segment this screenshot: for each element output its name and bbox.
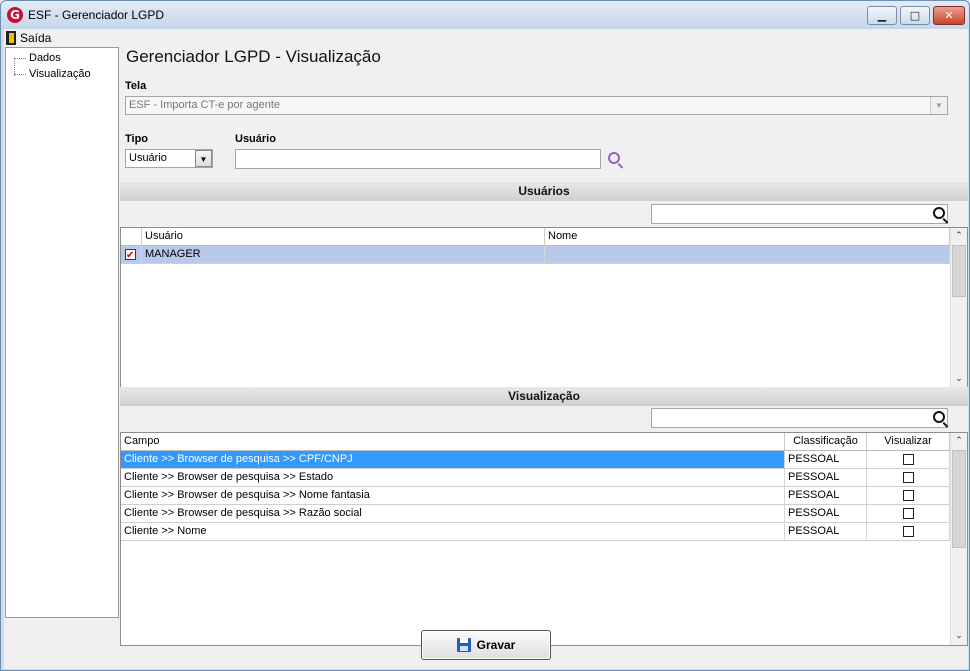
usuario-input[interactable] xyxy=(235,149,601,169)
column-header-campo[interactable]: Campo xyxy=(121,433,785,451)
nav-tree: Dados Visualização xyxy=(5,47,119,618)
app-logo-icon: G xyxy=(7,7,23,23)
table-row[interactable]: Cliente >> Browser de pesquisa >> CPF/CN… xyxy=(121,451,785,469)
save-button-label: Gravar xyxy=(476,638,516,652)
nav-item-visualizacao[interactable]: Visualização xyxy=(14,67,91,81)
save-button[interactable]: Gravar xyxy=(421,630,551,660)
vertical-scrollbar[interactable]: ⌃ ⌄ xyxy=(950,433,967,645)
tipo-value: Usuário xyxy=(129,152,167,164)
usuarios-search-input[interactable] xyxy=(651,204,948,224)
title-bar[interactable]: G ESF - Gerenciador LGPD ▁ □ ✕ xyxy=(1,1,969,29)
visualizar-checkbox-cell[interactable] xyxy=(867,451,950,469)
maximize-button[interactable]: □ xyxy=(900,6,930,25)
search-icon[interactable] xyxy=(608,152,620,164)
visualizar-checkbox-cell[interactable] xyxy=(867,487,950,505)
close-button[interactable]: ✕ xyxy=(933,6,965,25)
table-row[interactable]: Cliente >> Nome xyxy=(121,523,785,541)
door-exit-icon xyxy=(6,30,16,45)
visualizar-checkbox-cell[interactable] xyxy=(867,523,950,541)
column-header-usuario[interactable]: Usuário xyxy=(142,228,545,246)
app-window: G ESF - Gerenciador LGPD ▁ □ ✕ Saída Dad… xyxy=(0,0,970,671)
row-checkbox-cell[interactable] xyxy=(121,246,142,264)
table-cell-classificacao: PESSOAL xyxy=(785,469,867,487)
table-row[interactable]: Cliente >> Browser de pesquisa >> Nome f… xyxy=(121,487,785,505)
table-cell-classificacao: PESSOAL xyxy=(785,505,867,523)
visualizar-checkbox[interactable] xyxy=(902,453,914,465)
tipo-select[interactable]: Usuário ▼ xyxy=(125,149,213,168)
vertical-scrollbar[interactable]: ⌃ ⌄ xyxy=(950,228,967,388)
usuarios-grid: Usuário Nome MANAGER ⌃ ⌄ xyxy=(120,227,968,389)
column-header-check xyxy=(121,228,142,246)
table-row[interactable]: Cliente >> Browser de pesquisa >> Razão … xyxy=(121,505,785,523)
minimize-button[interactable]: ▁ xyxy=(867,6,897,25)
table-cell-classificacao: PESSOAL xyxy=(785,487,867,505)
column-header-nome[interactable]: Nome xyxy=(545,228,950,246)
table-cell-classificacao: PESSOAL xyxy=(785,523,867,541)
row-checkbox[interactable] xyxy=(125,247,136,263)
visualizacao-grid: Campo Classificação Visualizar Cliente >… xyxy=(120,432,968,646)
nav-item-label: Visualização xyxy=(29,68,91,80)
window-title: ESF - Gerenciador LGPD xyxy=(28,8,165,22)
table-cell-classificacao: PESSOAL xyxy=(785,451,867,469)
search-icon[interactable] xyxy=(933,207,945,219)
visualizar-checkbox[interactable] xyxy=(902,507,914,519)
tela-label: Tela xyxy=(125,80,147,92)
visualizacao-section-header: Visualização xyxy=(120,387,968,406)
visualizar-checkbox-cell[interactable] xyxy=(867,469,950,487)
visualizacao-search-input[interactable] xyxy=(651,408,948,428)
tela-value: ESF - Importa CT-e por agente xyxy=(129,99,281,111)
main-panel: Gerenciador LGPD - Visualização Tela ESF… xyxy=(120,47,968,646)
visualizar-checkbox[interactable] xyxy=(902,471,914,483)
page-title: Gerenciador LGPD - Visualização xyxy=(126,47,381,66)
scroll-down-icon[interactable]: ⌄ xyxy=(951,628,967,645)
floppy-disk-icon xyxy=(456,638,471,652)
scroll-up-icon[interactable]: ⌃ xyxy=(951,433,967,450)
table-cell-nome[interactable] xyxy=(545,246,950,264)
chevron-down-icon[interactable]: ▼ xyxy=(930,97,947,114)
nav-item-label: Dados xyxy=(29,52,61,64)
scroll-thumb[interactable] xyxy=(952,245,966,297)
nav-item-dados[interactable]: Dados xyxy=(14,51,61,65)
client-area: Saída Dados Visualização Gerenciador LGP… xyxy=(4,29,968,669)
scroll-thumb[interactable] xyxy=(952,450,966,548)
tree-connector xyxy=(14,57,26,59)
visualizar-checkbox[interactable] xyxy=(902,525,914,537)
tipo-label: Tipo xyxy=(125,133,149,145)
column-header-classificacao[interactable]: Classificação xyxy=(785,433,867,451)
tela-select[interactable]: ESF - Importa CT-e por agente ▼ xyxy=(125,96,948,115)
table-row[interactable]: MANAGER xyxy=(142,246,545,264)
scroll-up-icon[interactable]: ⌃ xyxy=(951,228,967,245)
usuario-label: Usuário xyxy=(235,133,276,145)
menu-exit[interactable]: Saída xyxy=(6,29,51,46)
tree-connector xyxy=(14,73,26,75)
chevron-down-icon[interactable]: ▼ xyxy=(195,150,212,167)
scroll-down-icon[interactable]: ⌄ xyxy=(951,371,967,388)
visualizar-checkbox[interactable] xyxy=(902,489,914,501)
table-row[interactable]: Cliente >> Browser de pesquisa >> Estado xyxy=(121,469,785,487)
menu-exit-label: Saída xyxy=(20,30,52,45)
usuarios-section-header: Usuários xyxy=(120,182,968,201)
column-header-visualizar[interactable]: Visualizar xyxy=(867,433,950,451)
menu-bar: Saída xyxy=(4,29,968,46)
visualizar-checkbox-cell[interactable] xyxy=(867,505,950,523)
search-icon[interactable] xyxy=(933,411,945,423)
